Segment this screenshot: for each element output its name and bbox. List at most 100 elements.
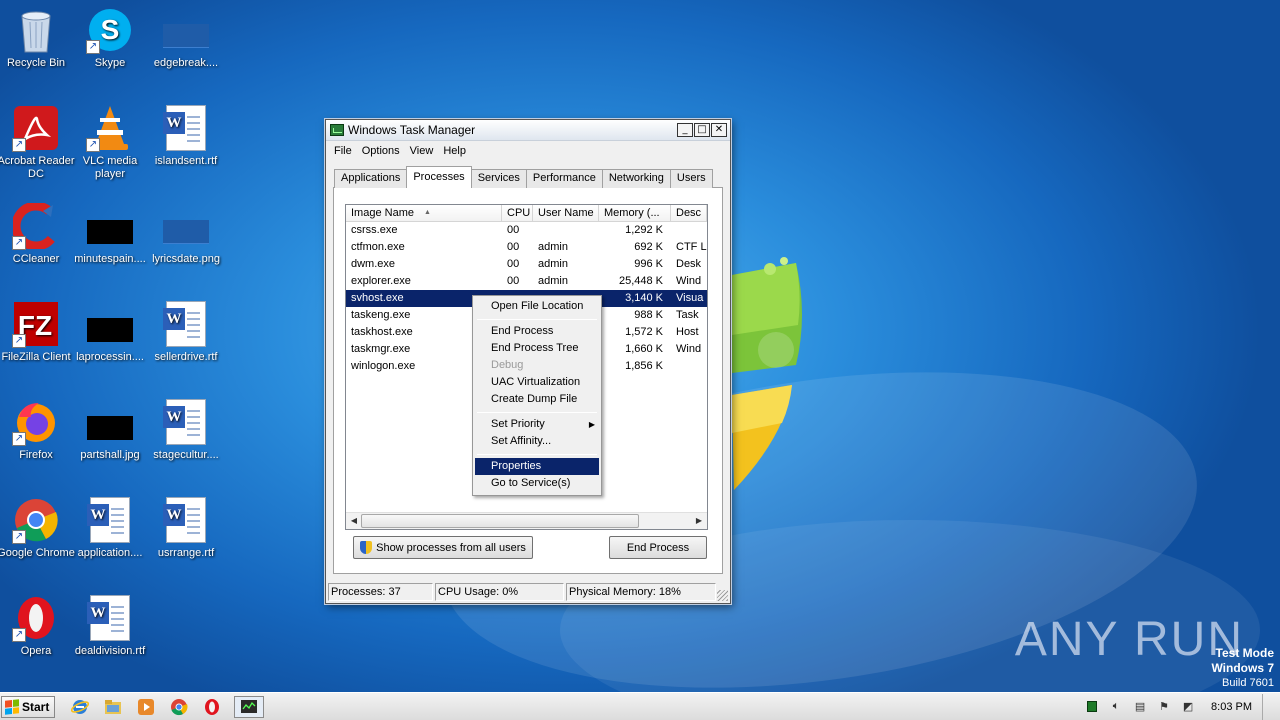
column-header-memory[interactable]: Memory (...: [599, 205, 671, 221]
close-button[interactable]: ✕: [711, 123, 727, 137]
context-menu-item-end-process-tree[interactable]: End Process Tree: [475, 340, 599, 357]
tab-performance[interactable]: Performance: [525, 169, 603, 188]
menu-help[interactable]: Help: [438, 145, 471, 157]
column-header-description[interactable]: Desc: [671, 205, 707, 221]
desktop-icon-acrobat-reader-dc[interactable]: ↗ Acrobat Reader DC: [0, 104, 78, 181]
menu-file[interactable]: File: [329, 145, 357, 157]
action-center-icon[interactable]: ◩: [1181, 700, 1195, 714]
desktop-icon-label: islandsent.rtf: [154, 155, 218, 167]
svg-text:S: S: [101, 14, 120, 45]
tab-processes[interactable]: Processes: [406, 166, 472, 188]
column-header-user-name[interactable]: User Name: [533, 205, 599, 221]
volume-icon[interactable]: 🔈︎: [1109, 700, 1123, 714]
folder-icon[interactable]: [102, 696, 124, 718]
desktop-icon-vlc-media-player[interactable]: ↗ VLC media player: [68, 104, 152, 181]
context-menu-item-set-affinity[interactable]: Set Affinity...: [475, 433, 599, 450]
tab-strip: Applications Processes Services Performance…: [334, 166, 713, 188]
cell-desc: Wind: [676, 275, 702, 287]
tray-app-icon[interactable]: [1085, 700, 1099, 714]
context-menu-item-go-to-service-s[interactable]: Go to Service(s): [475, 475, 599, 492]
tab-users[interactable]: Users: [669, 169, 713, 188]
desktop-icon-laprocessin[interactable]: laprocessin....: [68, 300, 152, 364]
flag-notification-icon[interactable]: ⚑: [1157, 700, 1171, 714]
desktop-icon-edgebreak[interactable]: edgebreak....: [144, 6, 228, 70]
menu-bar: File Options View Help: [326, 141, 730, 161]
firefox-icon: ↗: [12, 398, 60, 446]
desktop-icon-firefox[interactable]: ↗ Firefox: [0, 398, 78, 462]
start-button[interactable]: Start: [1, 695, 55, 718]
end-process-button[interactable]: End Process: [609, 536, 707, 559]
clock[interactable]: 8:03 PM: [1211, 701, 1252, 713]
desktop-icon-label: stagecultur....: [153, 449, 219, 461]
scroll-right-icon[interactable]: ▶: [693, 515, 705, 527]
task-manager-taskbar-button[interactable]: [234, 695, 264, 718]
internet-explorer-icon[interactable]: [69, 696, 91, 718]
desktop-icon-dealdivision-rtf[interactable]: Wdealdivision.rtf: [68, 594, 152, 658]
minimize-button[interactable]: _: [677, 123, 693, 137]
resize-grip[interactable]: [717, 590, 728, 601]
tab-services[interactable]: Services: [470, 169, 527, 188]
table-row[interactable]: csrss.exe 00 1,292 K: [346, 222, 707, 239]
cell-memory: 3,140 K: [625, 292, 663, 304]
horizontal-scrollbar[interactable]: ◀ ▶: [346, 512, 707, 529]
column-header-image-name[interactable]: Image Name ▲: [346, 205, 502, 221]
desktop-icon-skype[interactable]: S ↗ Skype: [68, 6, 152, 70]
word-document-icon: W: [162, 300, 210, 348]
desktop-icon-minutespain[interactable]: minutespain....: [68, 202, 152, 266]
maximize-button[interactable]: □: [694, 123, 710, 137]
context-menu-item-open-file-location[interactable]: Open File Location: [475, 298, 599, 315]
table-row[interactable]: explorer.exe 00 admin 25,448 K Wind: [346, 273, 707, 290]
menu-separator: [477, 319, 597, 320]
task-manager-icon: [330, 124, 344, 136]
system-tray: 🔈︎ ▤ ⚑ ◩ 8:03 PM: [1085, 693, 1280, 720]
cell-memory: 1,856 K: [625, 360, 663, 372]
desktop-icon-sellerdrive-rtf[interactable]: Wsellerdrive.rtf: [144, 300, 228, 364]
desktop-icon-recycle-bin[interactable]: Recycle Bin: [0, 6, 78, 70]
column-header-cpu[interactable]: CPU: [502, 205, 533, 221]
cell-desc: [671, 358, 707, 375]
anyrun-watermark: ANY RUN: [1015, 612, 1244, 667]
menu-view[interactable]: View: [405, 145, 439, 157]
desktop-icon-opera[interactable]: ↗ Opera: [0, 594, 78, 658]
title-bar[interactable]: Windows Task Manager _ □ ✕: [326, 120, 730, 141]
desktop-icon-partshall-jpg[interactable]: partshall.jpg: [68, 398, 152, 462]
menu-options[interactable]: Options: [357, 145, 405, 157]
network-icon[interactable]: ▤: [1133, 700, 1147, 714]
table-row[interactable]: ctfmon.exe 00 admin 692 K CTF L: [346, 239, 707, 256]
desktop-icon-label: Google Chrome: [0, 547, 75, 559]
desktop-icon-islandsent-rtf[interactable]: Wislandsent.rtf: [144, 104, 228, 168]
scroll-thumb[interactable]: [361, 514, 639, 528]
media-player-icon[interactable]: [135, 696, 157, 718]
context-menu-item-end-process[interactable]: End Process: [475, 323, 599, 340]
cell-memory: 692 K: [634, 241, 663, 253]
scroll-left-icon[interactable]: ◀: [348, 515, 360, 527]
table-row[interactable]: dwm.exe 00 admin 996 K Desk: [346, 256, 707, 273]
show-desktop-button[interactable]: [1262, 693, 1272, 720]
desktop-icon-usrrange-rtf[interactable]: Wusrrange.rtf: [144, 496, 228, 560]
desktop-icon-lyricsdate-png[interactable]: lyricsdate.png: [144, 202, 228, 266]
desktop-icon-stagecultur[interactable]: Wstagecultur....: [144, 398, 228, 462]
chrome-icon[interactable]: [168, 696, 190, 718]
tab-networking[interactable]: Networking: [601, 169, 671, 188]
opera-icon[interactable]: [201, 696, 223, 718]
cell-cpu: 00: [507, 258, 520, 270]
desktop-icon-label: laprocessin....: [76, 351, 144, 363]
test-mode-label: Test Mode Windows 7 Build 7601: [1211, 646, 1274, 691]
context-menu-item-create-dump-file[interactable]: Create Dump File: [475, 391, 599, 408]
context-menu-item-set-priority[interactable]: Set Priority ▶: [475, 416, 599, 433]
desktop-icon-label: application....: [77, 547, 143, 559]
cell-user: [533, 222, 599, 239]
tab-applications[interactable]: Applications: [334, 169, 408, 188]
desktop-icon-google-chrome[interactable]: ↗ Google Chrome: [0, 496, 78, 560]
menu-item-label: Set Priority: [491, 418, 545, 430]
context-menu-item-uac-virtualization[interactable]: UAC Virtualization: [475, 374, 599, 391]
desktop-icon-label: Firefox: [19, 449, 53, 461]
shortcut-arrow-icon: ↗: [12, 628, 26, 642]
context-menu-item-properties[interactable]: Properties: [475, 458, 599, 475]
desktop-icon-ccleaner[interactable]: ↗ CCleaner: [0, 202, 78, 266]
chrome-icon: ↗: [12, 496, 60, 544]
desktop-icon-filezilla-client[interactable]: FZ ↗ FileZilla Client: [0, 300, 78, 364]
desktop-icon-application[interactable]: Wapplication....: [68, 496, 152, 560]
cell-memory: 1,660 K: [625, 343, 663, 355]
show-all-processes-button[interactable]: Show processes from all users: [353, 536, 533, 559]
